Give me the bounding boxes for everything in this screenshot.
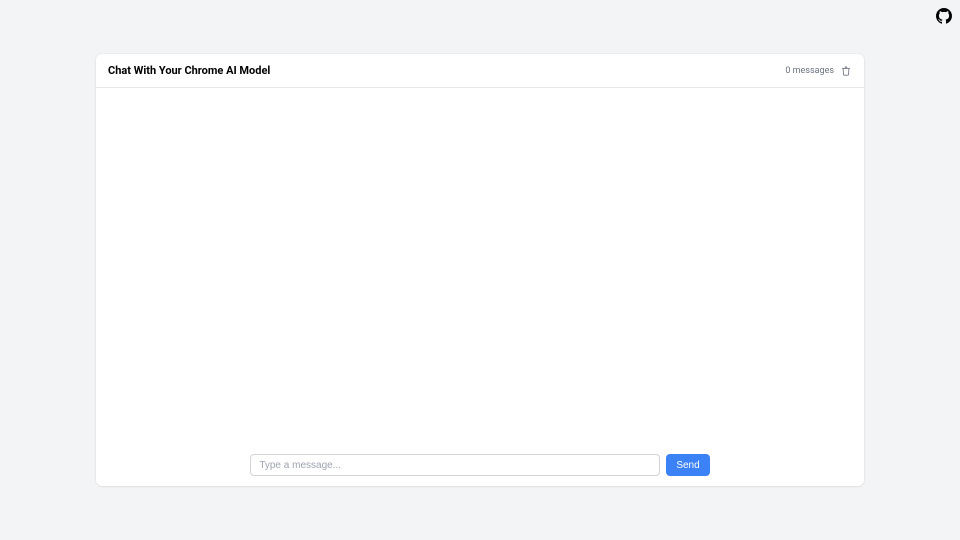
send-button[interactable]: Send	[666, 454, 709, 476]
panel-header: Chat With Your Chrome AI Model 0 message…	[96, 54, 864, 88]
github-link[interactable]	[936, 8, 952, 24]
message-count: 0 messages	[785, 66, 834, 76]
composer: Send	[96, 446, 864, 486]
message-list	[96, 88, 864, 446]
header-right: 0 messages	[785, 65, 852, 77]
clear-messages-button[interactable]	[840, 65, 852, 77]
trash-icon	[841, 66, 851, 76]
page-title: Chat With Your Chrome AI Model	[108, 64, 270, 77]
github-icon	[936, 8, 952, 24]
message-input[interactable]	[250, 454, 660, 476]
chat-panel: Chat With Your Chrome AI Model 0 message…	[96, 54, 864, 486]
